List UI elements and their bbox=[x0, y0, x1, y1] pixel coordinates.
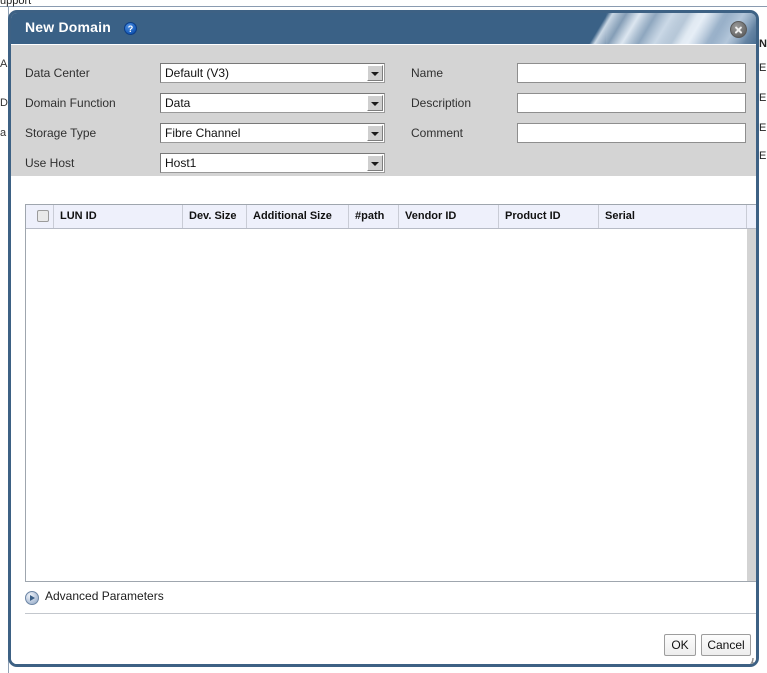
chevron-down-icon[interactable] bbox=[367, 125, 383, 141]
field-row-domain-function: Domain Function Data bbox=[25, 93, 385, 115]
column-header-path-count[interactable]: #path bbox=[349, 205, 399, 228]
dialog-titlebar: New Domain ? bbox=[11, 13, 756, 44]
label-domain-function: Domain Function bbox=[25, 96, 116, 110]
description-input[interactable] bbox=[517, 93, 746, 113]
column-header-additional-size[interactable]: Additional Size bbox=[247, 205, 349, 228]
column-header-serial[interactable]: Serial bbox=[599, 205, 747, 228]
select-domain-function-value: Data bbox=[165, 96, 190, 110]
background-right-letter: E bbox=[759, 62, 766, 74]
select-use-host[interactable]: Host1 bbox=[160, 153, 385, 173]
background-right-letter: E bbox=[759, 92, 766, 104]
dialog-title: New Domain bbox=[25, 19, 111, 35]
new-domain-dialog: New Domain ? Data Center Default (V3) Do… bbox=[8, 10, 759, 667]
field-row-comment: Comment bbox=[411, 123, 746, 145]
label-data-center: Data Center bbox=[25, 66, 90, 80]
select-all-checkbox[interactable] bbox=[37, 210, 49, 222]
select-data-center[interactable]: Default (V3) bbox=[160, 63, 385, 83]
help-icon[interactable]: ? bbox=[124, 22, 137, 35]
footer-divider bbox=[25, 613, 759, 614]
field-row-name: Name bbox=[411, 63, 746, 85]
select-all-header-cell bbox=[26, 205, 54, 228]
form-panel: Data Center Default (V3) Domain Function… bbox=[11, 44, 756, 176]
advanced-parameters-label: Advanced Parameters bbox=[45, 589, 164, 603]
lun-table-header-row: LUN ID Dev. Size Additional Size #path V… bbox=[26, 205, 759, 229]
lun-table-scrollbar[interactable] bbox=[746, 229, 759, 581]
label-use-host: Use Host bbox=[25, 156, 74, 170]
chevron-down-icon[interactable] bbox=[367, 155, 383, 171]
label-description: Description bbox=[411, 96, 471, 110]
chevron-down-icon[interactable] bbox=[367, 95, 383, 111]
dialog-body: LUN ID Dev. Size Additional Size #path V… bbox=[11, 176, 756, 664]
cancel-button[interactable]: Cancel bbox=[701, 634, 751, 656]
name-input[interactable] bbox=[517, 63, 746, 83]
background-left-letter: A bbox=[0, 58, 7, 70]
column-header-dev-size[interactable]: Dev. Size bbox=[183, 205, 247, 228]
chevron-right-circle-icon bbox=[25, 591, 39, 605]
select-domain-function[interactable]: Data bbox=[160, 93, 385, 113]
lun-table: LUN ID Dev. Size Additional Size #path V… bbox=[25, 204, 759, 582]
titlebar-swoosh-graphic bbox=[533, 13, 756, 44]
background-support-text: upport bbox=[0, 0, 31, 7]
background-top-bar bbox=[0, 0, 767, 7]
field-row-description: Description bbox=[411, 93, 746, 115]
background-right-letter: N bbox=[759, 38, 767, 50]
column-header-vendor-id[interactable]: Vendor ID bbox=[399, 205, 499, 228]
field-row-storage-type: Storage Type Fibre Channel bbox=[25, 123, 385, 145]
close-icon[interactable] bbox=[730, 21, 747, 38]
label-storage-type: Storage Type bbox=[25, 126, 96, 140]
comment-input[interactable] bbox=[517, 123, 746, 143]
column-header-product-id[interactable]: Product ID bbox=[499, 205, 599, 228]
background-right-letter: E bbox=[759, 122, 766, 134]
select-data-center-value: Default (V3) bbox=[165, 66, 229, 80]
select-storage-type-value: Fibre Channel bbox=[165, 126, 240, 140]
chevron-down-icon[interactable] bbox=[367, 65, 383, 81]
resize-grip[interactable] bbox=[740, 655, 754, 667]
ok-button[interactable]: OK bbox=[664, 634, 696, 656]
dialog-footer: OK Cancel bbox=[11, 625, 756, 667]
field-row-use-host: Use Host Host1 bbox=[25, 153, 385, 175]
label-name: Name bbox=[411, 66, 443, 80]
label-comment: Comment bbox=[411, 126, 463, 140]
field-row-data-center: Data Center Default (V3) bbox=[25, 63, 385, 85]
lun-table-body bbox=[26, 229, 759, 581]
select-use-host-value: Host1 bbox=[165, 156, 196, 170]
background-right-letter: E bbox=[759, 150, 766, 162]
background-left-letter: D bbox=[0, 97, 8, 109]
column-header-lun-id[interactable]: LUN ID bbox=[54, 205, 183, 228]
background-left-letter: a bbox=[0, 127, 6, 139]
select-storage-type[interactable]: Fibre Channel bbox=[160, 123, 385, 143]
